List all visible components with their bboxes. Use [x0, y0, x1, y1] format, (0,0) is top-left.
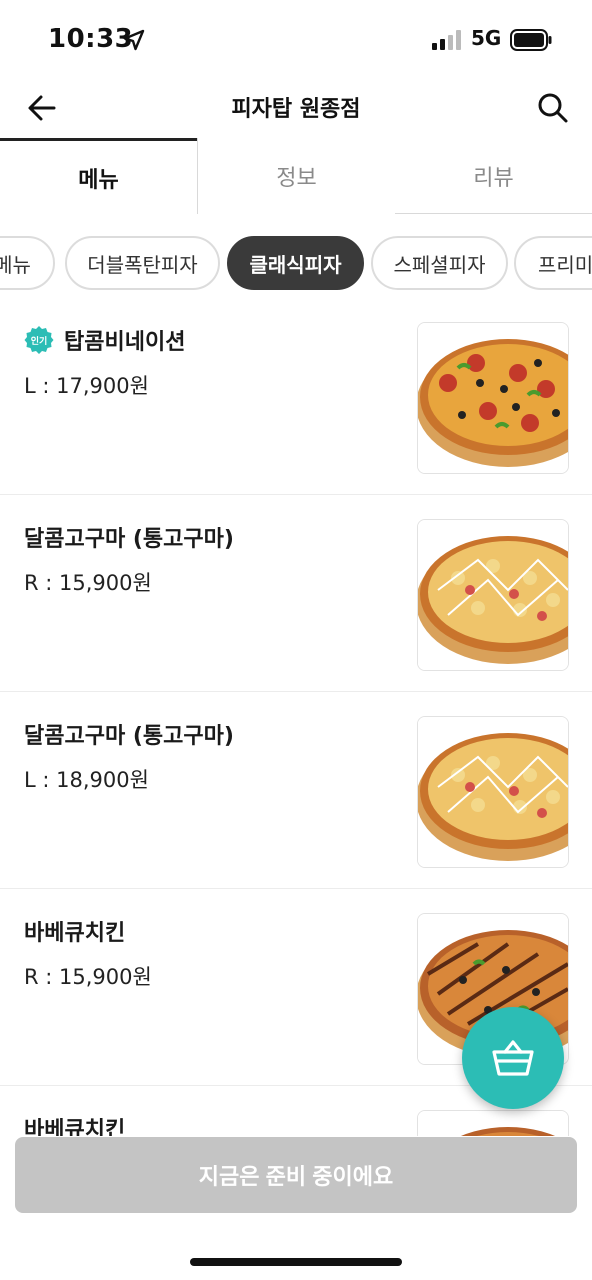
basket-icon: [492, 1040, 534, 1076]
tab-info[interactable]: 정보: [197, 138, 395, 214]
pizza-image: [417, 716, 569, 868]
tab-menu[interactable]: 메뉴: [0, 138, 197, 214]
header: 피자탑 원종점: [0, 78, 592, 138]
status-time: 10:33: [48, 24, 134, 54]
menu-item-name: 바베큐치킨: [24, 921, 126, 946]
home-indicator: [190, 1258, 402, 1266]
battery-icon: [510, 29, 552, 51]
status-bar: 10:33 5G: [0, 0, 592, 78]
pizza-image: [417, 519, 569, 671]
chip-double-bomb-pizza[interactable]: 더블폭탄피자: [65, 236, 220, 290]
chip-menu[interactable]: 메뉴: [0, 236, 55, 290]
chip-premium-pizza[interactable]: 프리미: [514, 236, 592, 290]
menu-item-price: L : 18,900원: [24, 768, 149, 792]
menu-item[interactable]: 달콤고구마 (통고구마) L : 18,900원: [0, 692, 592, 889]
tab-reviews[interactable]: 리뷰: [395, 138, 592, 214]
menu-item-price: R : 15,900원: [24, 571, 152, 595]
cart-button[interactable]: [462, 1007, 564, 1109]
menu-item-name: 달콤고구마 (통고구마): [24, 527, 234, 552]
tab-bar: 메뉴 정보 리뷰: [0, 138, 592, 214]
location-arrow-icon: [123, 29, 145, 51]
pizza-image: [417, 322, 569, 474]
svg-text:인기: 인기: [31, 335, 48, 347]
menu-item-price: R : 15,900원: [24, 965, 152, 989]
popular-badge-icon: 인기: [24, 325, 54, 355]
page-title: 피자탑 원종점: [231, 97, 361, 122]
network-label: 5G: [471, 26, 502, 50]
category-chips: 메뉴 더블폭탄피자 클래식피자 스페셜피자 프리미: [0, 236, 592, 292]
menu-list: 인기 탑콤비네이션 L : 17,900원 달콤고구마 (통고구마) R: 1…: [0, 298, 592, 1280]
order-unavailable-button[interactable]: 지금은 준비 중이에요: [15, 1137, 577, 1213]
menu-item-name-row: 인기 탑콤비네이션: [24, 324, 185, 356]
menu-item-price: L : 17,900원: [24, 374, 149, 398]
signal-icon: [432, 30, 461, 50]
menu-item[interactable]: 인기 탑콤비네이션 L : 17,900원: [0, 298, 592, 495]
menu-item-name: 달콤고구마 (통고구마): [24, 724, 234, 749]
menu-item-name: 탑콤비네이션: [64, 330, 186, 355]
chip-classic-pizza[interactable]: 클래식피자: [227, 236, 364, 290]
chip-special-pizza[interactable]: 스페셜피자: [371, 236, 508, 290]
search-icon[interactable]: [533, 88, 573, 128]
menu-item[interactable]: 달콤고구마 (통고구마) R : 15,900원: [0, 495, 592, 692]
